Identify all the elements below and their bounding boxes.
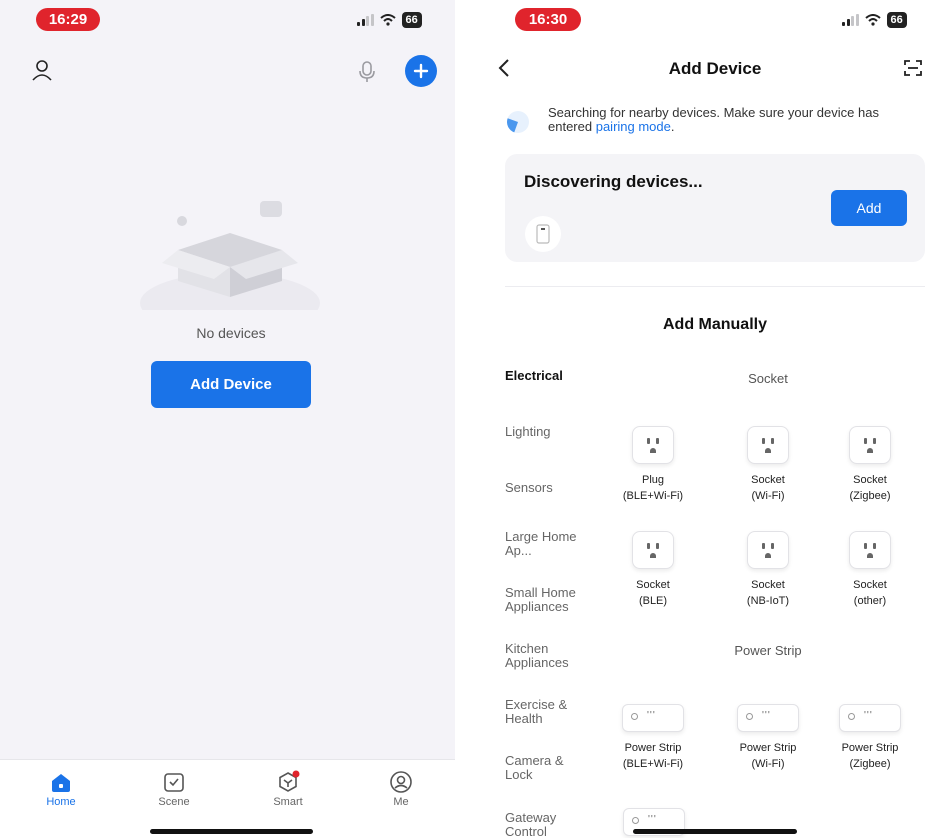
- wifi-icon: [864, 14, 881, 26]
- device-label-line2: (BLE+Wi-Fi): [622, 490, 684, 502]
- microphone-icon[interactable]: [356, 60, 378, 84]
- status-time: 16:30: [515, 8, 581, 31]
- section-power-strip-title: Power Strip: [734, 643, 802, 658]
- device-label-line2: (Zigbee): [849, 490, 891, 502]
- device-socket-wifi[interactable]: Socket (Wi-Fi): [713, 426, 823, 504]
- tab-smart-label: Smart: [273, 796, 303, 808]
- discovering-title: Discovering devices...: [524, 172, 703, 191]
- home-indicator: [150, 829, 313, 834]
- category-kitchen-appliances[interactable]: Kitchen Appliances: [505, 642, 585, 670]
- socket-icon: [849, 426, 891, 464]
- add-device-screen: 16:30 66 Add Device Searching for nearby…: [470, 0, 925, 838]
- home-indicator: [633, 829, 797, 834]
- device-socket-nb-iot[interactable]: Socket (NB-IoT): [713, 531, 823, 609]
- category-lighting[interactable]: Lighting: [505, 425, 551, 439]
- device-label-line1: Plug: [641, 474, 665, 486]
- category-camera-lock[interactable]: Camera & Lock: [505, 754, 585, 782]
- device-label-line2: (Wi-Fi): [751, 490, 785, 502]
- device-thumbnail-icon: [536, 224, 550, 244]
- empty-box-illustration: [140, 201, 320, 310]
- category-large-home-appliances[interactable]: Large Home Ap...: [505, 530, 585, 558]
- device-label-line2: (BLE): [638, 595, 668, 607]
- device-power-strip-ble-wifi[interactable]: ''' Power Strip (BLE+Wi-Fi): [598, 704, 708, 772]
- tab-smart[interactable]: Smart: [248, 768, 328, 808]
- socket-icon: [747, 531, 789, 569]
- power-strip-icon: ''': [839, 704, 901, 732]
- tab-home-label: Home: [46, 796, 76, 808]
- category-gateway-control[interactable]: Gateway Control: [505, 811, 585, 838]
- tab-scene-label: Scene: [158, 796, 190, 808]
- device-label-line1: Power Strip: [624, 742, 682, 754]
- power-strip-icon: ''': [622, 704, 684, 732]
- status-time: 16:29: [36, 8, 100, 31]
- device-label-line2: (BLE+Wi-Fi): [622, 758, 684, 770]
- device-label-line1: Socket: [853, 474, 887, 486]
- device-label-line1: Power Strip: [739, 742, 797, 754]
- power-strip-icon: ''': [737, 704, 799, 732]
- device-label-line1: Power Strip: [841, 742, 899, 754]
- device-label-line2: (NB-IoT): [746, 595, 790, 607]
- add-manually-title: Add Manually: [662, 316, 767, 333]
- status-indicators: 66: [842, 12, 907, 28]
- device-label-line1: Socket: [636, 579, 670, 591]
- me-icon: [390, 771, 412, 793]
- socket-icon: [747, 426, 789, 464]
- device-plug-ble-wifi[interactable]: Plug (BLE+Wi-Fi): [598, 426, 708, 504]
- device-label-line1: Socket: [751, 579, 785, 591]
- search-radar-icon: [507, 111, 529, 133]
- wifi-icon: [379, 14, 396, 26]
- section-socket-title: Socket: [748, 371, 788, 386]
- divider: [505, 286, 925, 287]
- device-label-line1: Socket: [751, 474, 785, 486]
- device-label-line2: (Zigbee): [849, 758, 891, 770]
- scene-icon: [164, 773, 184, 792]
- pairing-mode-link[interactable]: pairing mode: [596, 119, 671, 134]
- add-device-plus-button[interactable]: [405, 55, 437, 87]
- socket-icon: [849, 531, 891, 569]
- signal-icon: [842, 14, 859, 26]
- searching-suffix: .: [670, 119, 675, 134]
- smart-icon: [279, 770, 300, 792]
- plus-icon: [413, 63, 429, 79]
- device-power-strip-zigbee[interactable]: ''' Power Strip (Zigbee): [815, 704, 925, 772]
- category-sensors[interactable]: Sensors: [505, 481, 553, 495]
- signal-icon: [357, 14, 374, 26]
- status-indicators: 66: [357, 12, 422, 28]
- device-label-line1: Socket: [853, 579, 887, 591]
- tab-scene[interactable]: Scene: [134, 768, 214, 808]
- tab-bar: Home Scene Smart Me: [0, 759, 455, 838]
- battery-icon: 66: [401, 12, 422, 28]
- discover-card: Discovering devices... Add: [505, 154, 925, 262]
- device-socket-ble[interactable]: Socket (BLE): [598, 531, 708, 609]
- device-label-line2: (Wi-Fi): [751, 758, 785, 770]
- category-exercise-health[interactable]: Exercise & Health: [505, 698, 585, 726]
- page-title: Add Device: [668, 59, 762, 78]
- home-icon: [52, 774, 70, 792]
- device-power-strip-wifi[interactable]: ''' Power Strip (Wi-Fi): [713, 704, 823, 772]
- category-small-home-appliances[interactable]: Small Home Appliances: [505, 586, 590, 614]
- home-screen: 16:29 66 No devices Add Device Home Scen…: [0, 0, 455, 838]
- device-socket-zigbee[interactable]: Socket (Zigbee): [815, 426, 925, 504]
- socket-icon: [632, 426, 674, 464]
- tab-me[interactable]: Me: [361, 768, 441, 808]
- scan-icon[interactable]: [903, 58, 923, 78]
- device-label-line2: (other): [853, 595, 887, 607]
- discover-add-button[interactable]: Add: [831, 190, 907, 226]
- category-electrical[interactable]: Electrical: [505, 369, 563, 383]
- tab-me-label: Me: [393, 796, 409, 808]
- searching-message: Searching for nearby devices. Make sure …: [548, 106, 908, 134]
- device-socket-other[interactable]: Socket (other): [815, 531, 925, 609]
- discovered-device-icon: [525, 216, 561, 252]
- empty-state-text: No devices: [196, 325, 266, 341]
- profile-icon[interactable]: [30, 58, 54, 82]
- socket-icon: [632, 531, 674, 569]
- battery-icon: 66: [886, 12, 907, 28]
- add-device-button[interactable]: Add Device: [151, 361, 311, 408]
- tab-home[interactable]: Home: [21, 768, 101, 808]
